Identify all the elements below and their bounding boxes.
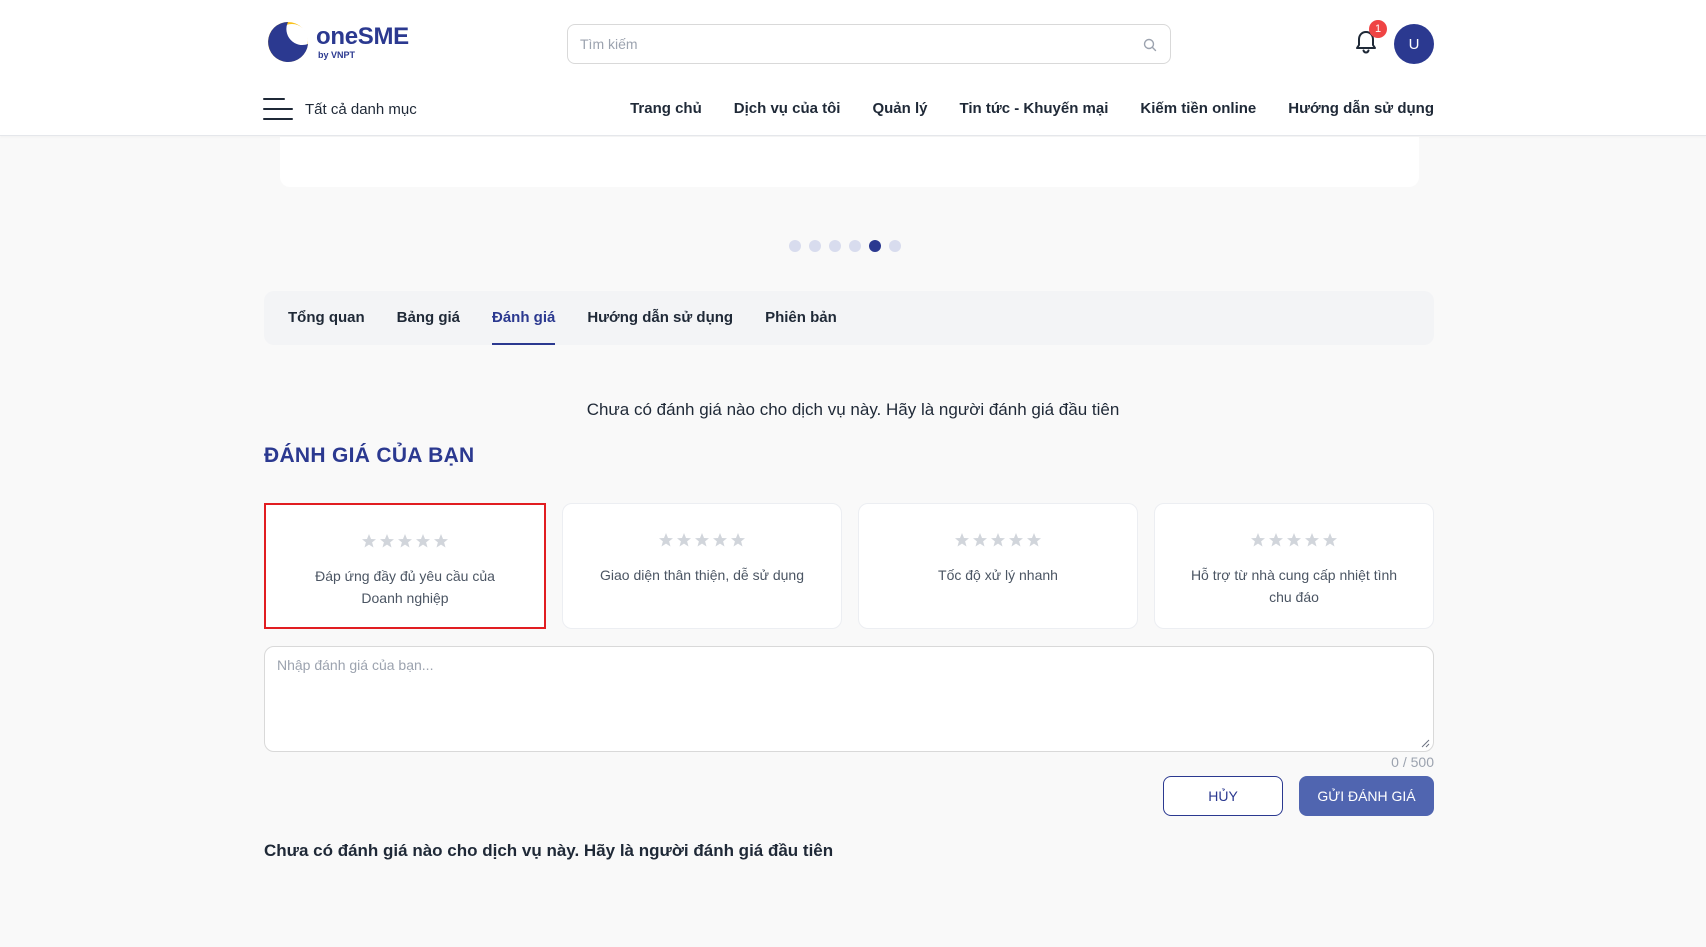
nav-user-guide[interactable]: Hướng dẫn sử dụng <box>1288 100 1434 117</box>
carousel-dot[interactable] <box>889 240 901 252</box>
star-icon[interactable] <box>1304 532 1320 548</box>
review-textarea-wrapper <box>264 646 1434 752</box>
logo-icon <box>266 20 310 64</box>
hamburger-icon <box>263 98 293 120</box>
review-criterion-card[interactable]: Tốc độ xử lý nhanh <box>858 503 1138 629</box>
all-categories-label: Tất cả danh mục <box>305 100 417 118</box>
carousel-dot[interactable] <box>869 240 881 252</box>
star-icon[interactable] <box>712 532 728 548</box>
tab-user-guide[interactable]: Hướng dẫn sử dụng <box>587 291 733 345</box>
star-icon[interactable] <box>433 533 449 549</box>
search-input[interactable] <box>568 25 1170 63</box>
star-rating <box>361 533 449 549</box>
criterion-label: Tốc độ xử lý nhanh <box>938 567 1058 583</box>
nav-my-services[interactable]: Dịch vụ của tôi <box>734 100 841 117</box>
star-icon[interactable] <box>1008 532 1024 548</box>
nav-home[interactable]: Trang chủ <box>630 100 702 117</box>
logo[interactable]: oneSME by VNPT <box>266 20 409 64</box>
bottom-empty-reviews-message: Chưa có đánh giá nào cho dịch vụ này. Hã… <box>264 841 834 860</box>
logo-sub: by VNPT <box>318 50 356 60</box>
star-icon[interactable] <box>954 532 970 548</box>
star-icon[interactable] <box>1322 532 1338 548</box>
criterion-label: Hỗ trợ từ nhà cung cấp nhiệt tình chu đá… <box>1190 567 1398 605</box>
review-criterion-card[interactable]: Hỗ trợ từ nhà cung cấp nhiệt tình chu đá… <box>1154 503 1434 629</box>
carousel-dot[interactable] <box>849 240 861 252</box>
tab-reviews[interactable]: Đánh giá <box>492 291 556 345</box>
submit-review-button[interactable]: GỬI ĐÁNH GIÁ <box>1299 776 1434 816</box>
tab-versions[interactable]: Phiên bản <box>765 291 837 345</box>
resize-handle-icon[interactable] <box>1420 738 1430 748</box>
star-icon[interactable] <box>676 532 692 548</box>
cancel-button[interactable]: HỦY <box>1163 776 1283 816</box>
star-icon[interactable] <box>361 533 377 549</box>
logo-name: oneSME <box>316 23 409 50</box>
review-criteria: Đáp ứng đầy đủ yêu cầu của Doanh nghiệp G… <box>264 503 1434 629</box>
review-criterion-card[interactable]: Giao diện thân thiện, dễ sử dụng <box>562 503 842 629</box>
all-categories-button[interactable]: Tất cả danh mục <box>263 98 417 120</box>
search-box <box>567 24 1171 64</box>
tab-pricing[interactable]: Bảng giá <box>397 291 460 345</box>
star-icon[interactable] <box>1026 532 1042 548</box>
notification-badge: 1 <box>1369 20 1387 38</box>
star-rating <box>1250 532 1338 548</box>
nav-news-promotions[interactable]: Tin tức - Khuyến mại <box>959 100 1108 117</box>
star-rating <box>954 532 1042 548</box>
nav-manage[interactable]: Quản lý <box>872 100 927 117</box>
criterion-label: Giao diện thân thiện, dễ sử dụng <box>600 567 804 583</box>
product-tabs: Tổng quan Bảng giá Đánh giá Hướng dẫn sử… <box>264 291 1434 345</box>
star-icon[interactable] <box>415 533 431 549</box>
star-icon[interactable] <box>1250 532 1266 548</box>
empty-reviews-message: Chưa có đánh giá nào cho dịch vụ này. Hã… <box>586 400 1120 419</box>
main-nav: Trang chủ Dịch vụ của tôi Quản lý Tin tứ… <box>630 100 1434 117</box>
star-icon[interactable] <box>730 532 746 548</box>
carousel-dots <box>789 240 901 252</box>
star-icon[interactable] <box>972 532 988 548</box>
your-review-title: ĐÁNH GIÁ CỦA BẠN <box>264 444 475 467</box>
star-icon[interactable] <box>694 532 710 548</box>
star-icon[interactable] <box>397 533 413 549</box>
carousel-card <box>280 137 1419 187</box>
criterion-label: Đáp ứng đầy đủ yêu cầu của Doanh nghiệp <box>315 568 495 606</box>
star-icon[interactable] <box>658 532 674 548</box>
avatar[interactable]: U <box>1394 24 1434 64</box>
carousel-dot[interactable] <box>829 240 841 252</box>
carousel-dot[interactable] <box>789 240 801 252</box>
character-counter: 0 / 500 <box>1391 754 1434 770</box>
site-header: oneSME by VNPT 1 U Tất cả danh mục Trang… <box>0 0 1706 136</box>
star-icon[interactable] <box>1286 532 1302 548</box>
search-icon[interactable] <box>1142 37 1158 53</box>
star-icon[interactable] <box>990 532 1006 548</box>
review-criterion-card[interactable]: Đáp ứng đầy đủ yêu cầu của Doanh nghiệp <box>264 503 546 629</box>
carousel-dot[interactable] <box>809 240 821 252</box>
review-textarea[interactable] <box>265 647 1433 751</box>
tab-overview[interactable]: Tổng quan <box>288 291 365 345</box>
nav-earn-online[interactable]: Kiếm tiền online <box>1140 100 1256 117</box>
star-icon[interactable] <box>379 533 395 549</box>
star-rating <box>658 532 746 548</box>
star-icon[interactable] <box>1268 532 1284 548</box>
